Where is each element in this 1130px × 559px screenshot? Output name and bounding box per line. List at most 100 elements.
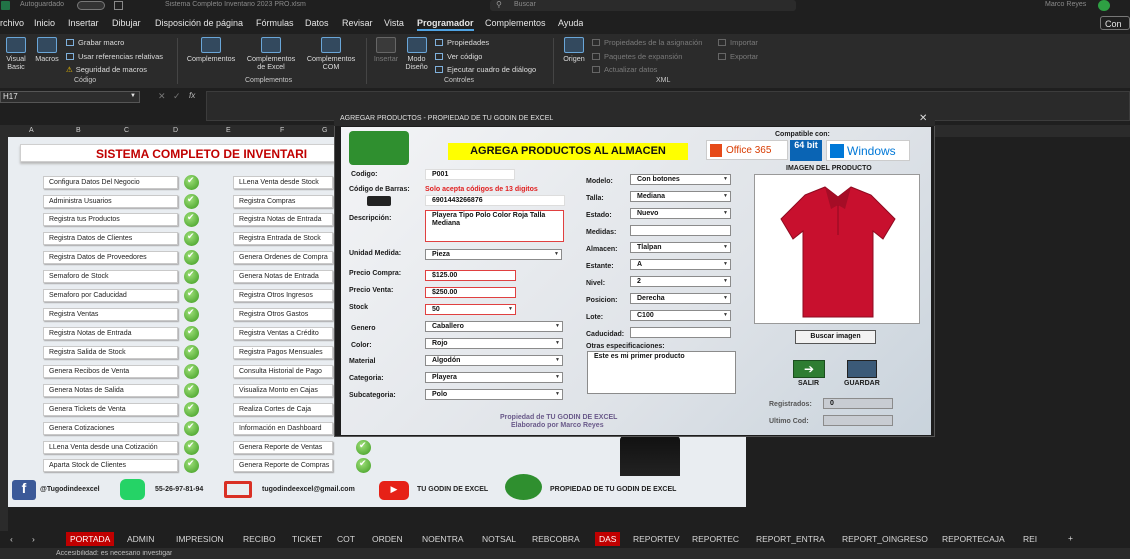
salir-button[interactable]: ➔ SALIR — [791, 360, 827, 390]
modo-diseno-button[interactable]: Modo Diseño — [403, 37, 430, 71]
ver-codigo-button[interactable]: Ver código — [435, 52, 482, 61]
otras-especificaciones-field[interactable]: Este es mi primer producto — [587, 351, 736, 394]
barras-field[interactable]: 6901443266876 — [425, 195, 565, 206]
medidas-field[interactable] — [630, 225, 731, 236]
share-button[interactable]: Con — [1100, 16, 1130, 30]
menu-button[interactable]: Información en Dashboard — [233, 422, 333, 435]
visual-basic-button[interactable]: Visual Basic — [3, 37, 29, 71]
menu-button[interactable]: Registra Notas de Entrada — [233, 213, 333, 226]
complementos-button[interactable]: Complementos — [182, 37, 240, 63]
tab-dibujar[interactable]: Dibujar — [112, 18, 141, 28]
scroll-left-icon[interactable]: ‹ — [10, 534, 13, 544]
tab-ayuda[interactable]: Ayuda — [558, 18, 583, 28]
cancel-icon[interactable]: ✕ — [158, 91, 166, 102]
tab-insertar[interactable]: Insertar — [68, 18, 99, 28]
sheet-tab-cot[interactable]: COT — [337, 534, 355, 544]
avatar[interactable] — [1098, 0, 1110, 11]
origen-button[interactable]: Origen — [559, 37, 589, 63]
tab-programador[interactable]: Programador — [417, 18, 474, 31]
check-icon[interactable] — [184, 440, 199, 455]
propiedades-asignacion-button[interactable]: Propiedades de la asignación — [592, 38, 702, 47]
menu-button[interactable]: Genera Reporte de Ventas — [233, 441, 333, 454]
check-icon[interactable] — [184, 307, 199, 322]
facebook-icon[interactable]: f — [12, 480, 36, 500]
descripcion-field[interactable]: Playera Tipo Polo Color Roja Talla Media… — [425, 210, 564, 242]
menu-button[interactable]: Registra Ventas a Crédito — [233, 327, 333, 340]
menu-button[interactable]: Semaforo por Caducidad — [43, 289, 178, 302]
referencias-relativas-button[interactable]: Usar referencias relativas — [66, 52, 163, 61]
menu-button[interactable]: Registra Compras — [233, 195, 333, 208]
nivel-select[interactable]: 2 — [630, 276, 731, 287]
sheet-tab-report_entra[interactable]: REPORT_ENTRA — [756, 534, 825, 544]
categoria-select[interactable]: Playera — [425, 372, 563, 383]
tab-disposicion[interactable]: Disposición de página — [155, 18, 243, 28]
material-select[interactable]: Algodón — [425, 355, 563, 366]
search-box[interactable]: ⚲ Buscar — [490, 0, 796, 11]
genero-select[interactable]: Caballero — [425, 321, 563, 332]
importar-button[interactable]: Importar — [718, 38, 758, 47]
check-icon[interactable] — [184, 458, 199, 473]
menu-button[interactable]: Registra Datos de Clientes — [43, 232, 178, 245]
sheet-tab-reportev[interactable]: REPORTEV — [633, 534, 680, 544]
sheet-tab-recibo[interactable]: RECIBO — [243, 534, 276, 544]
actualizar-datos-button[interactable]: Actualizar datos — [592, 65, 657, 74]
sheet-tab-rebcobra[interactable]: REBCOBRA — [532, 534, 580, 544]
talla-select[interactable]: Mediana — [630, 191, 731, 202]
tab-datos[interactable]: Datos — [305, 18, 329, 28]
tab-inicio[interactable]: Inicio — [34, 18, 55, 28]
menu-button[interactable]: Genera Ordenes de Compra — [233, 251, 333, 264]
check-icon[interactable] — [184, 250, 199, 265]
menu-button[interactable]: Registra Otros Gastos — [233, 308, 333, 321]
column-header[interactable]: E — [226, 127, 231, 134]
menu-button[interactable]: Registra Otros Ingresos — [233, 289, 333, 302]
menu-button[interactable]: Semaforo de Stock — [43, 270, 178, 283]
sheet-tab-report_oingreso[interactable]: REPORT_OINGRESO — [842, 534, 928, 544]
ejecutar-cuadro-button[interactable]: Ejecutar cuadro de diálogo — [435, 65, 536, 74]
close-icon[interactable]: ✕ — [919, 113, 927, 124]
subcategoria-select[interactable]: Polo — [425, 389, 563, 400]
tab-formulas[interactable]: Fórmulas — [256, 18, 294, 28]
check-icon[interactable] — [184, 383, 199, 398]
menu-button[interactable]: Registra Pagos Mensuales — [233, 346, 333, 359]
menu-button[interactable]: Realiza Cortes de Caja — [233, 403, 333, 416]
enter-icon[interactable]: ✓ — [173, 91, 181, 102]
column-header[interactable]: G — [322, 127, 327, 134]
insertar-control-button[interactable]: Insertar — [371, 37, 401, 63]
whatsapp-icon[interactable] — [120, 479, 145, 500]
check-icon[interactable] — [184, 175, 199, 190]
menu-button[interactable]: Registra tus Productos — [43, 213, 178, 226]
menu-button[interactable]: Genera Recibos de Venta — [43, 365, 178, 378]
youtube-icon[interactable]: ▶ — [379, 481, 409, 500]
status-ready-text[interactable]: Accesibilidad: es necesario investigar — [56, 550, 172, 557]
add-sheet-icon[interactable]: + — [1068, 533, 1073, 543]
exportar-button[interactable]: Exportar — [718, 52, 758, 61]
autosave-toggle[interactable] — [77, 1, 105, 10]
menu-button[interactable]: Genera Notas de Salida — [43, 384, 178, 397]
sheet-tab-impresion[interactable]: IMPRESION — [176, 534, 224, 544]
complementos-com-button[interactable]: Complementos COM — [302, 37, 360, 71]
menu-button[interactable]: Registra Salida de Stock — [43, 346, 178, 359]
menu-button[interactable]: Registra Ventas — [43, 308, 178, 321]
caducidad-field[interactable] — [630, 327, 731, 338]
sheet-tab-rei[interactable]: REI — [1023, 534, 1037, 544]
tab-vista[interactable]: Vista — [384, 18, 404, 28]
column-header[interactable]: B — [76, 127, 81, 134]
precio-venta-field[interactable]: $250.00 — [425, 287, 516, 298]
almacen-select[interactable]: Tlalpan — [630, 242, 731, 253]
column-header[interactable]: C — [124, 127, 129, 134]
check-icon[interactable] — [184, 194, 199, 209]
scroll-right-icon[interactable]: › — [32, 534, 35, 544]
sheet-tab-notsal[interactable]: NOTSAL — [482, 534, 516, 544]
grabar-macro-button[interactable]: Grabar macro — [66, 38, 124, 47]
sheet-tab-admin[interactable]: ADMIN — [127, 534, 154, 544]
estante-select[interactable]: A — [630, 259, 731, 270]
color-select[interactable]: Rojo — [425, 338, 563, 349]
propiedades-button[interactable]: Propiedades — [435, 38, 489, 47]
sheet-tab-portada[interactable]: PORTADA — [66, 532, 115, 546]
menu-button[interactable]: Genera Tickets de Venta — [43, 403, 178, 416]
check-icon[interactable] — [184, 231, 199, 246]
menu-button[interactable]: LLena Venta desde una Cotización — [43, 441, 178, 454]
sheet-tab-reportecaja[interactable]: REPORTECAJA — [942, 534, 1005, 544]
menu-button[interactable]: Configura Datos Del Negocio — [43, 176, 178, 189]
save-icon[interactable] — [114, 1, 123, 10]
